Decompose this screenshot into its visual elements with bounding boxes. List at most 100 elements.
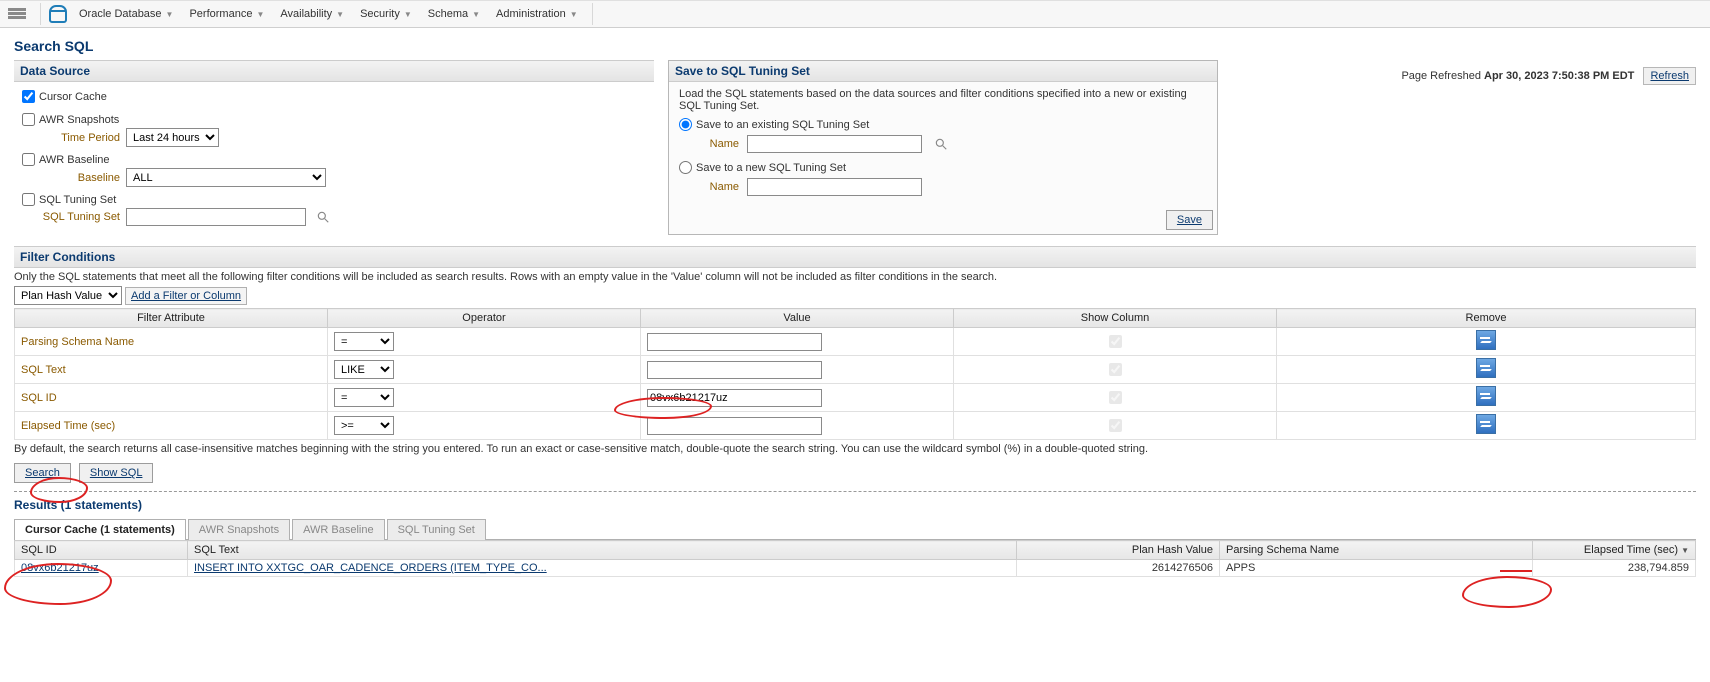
filter-value-input[interactable] [647,333,822,351]
result-sqlid-link[interactable]: 08vx6b21217uz [15,560,188,577]
awr-baseline-checkbox[interactable] [22,153,35,166]
results-tab[interactable]: Cursor Cache (1 statements) [14,519,186,540]
database-icon [49,5,67,23]
filter-value-input[interactable] [647,361,822,379]
sts-existing-radio[interactable] [679,118,692,131]
col-value: Value [641,309,954,328]
awr-snapshots-checkbox[interactable] [22,113,35,126]
show-column-checkbox [1109,419,1122,432]
rescol-schema[interactable]: Parsing Schema Name [1220,541,1533,560]
sort-desc-icon: ▼ [1681,546,1689,555]
time-period-select[interactable]: Last 24 hours [126,128,219,147]
menu-performance[interactable]: Performance▼ [183,1,270,27]
sts-label: SQL Tuning Set [40,211,120,223]
filter-op-select[interactable]: LIKE [334,360,394,379]
results-table: SQL ID SQL Text Plan Hash Value Parsing … [14,540,1696,577]
filter-row: SQL ID = [15,384,1696,412]
filter-value-input[interactable] [647,389,822,407]
filter-row: Elapsed Time (sec) >= [15,412,1696,440]
col-show: Show Column [954,309,1277,328]
menu-administration[interactable]: Administration▼ [490,1,584,27]
chevron-down-icon: ▼ [336,10,344,19]
chevron-down-icon: ▼ [472,10,480,19]
filter-attr: SQL Text [15,356,328,384]
search-icon[interactable] [316,210,330,224]
show-sql-button[interactable]: Show SQL [79,463,154,483]
refresh-button[interactable]: Refresh [1643,67,1696,85]
baseline-label: Baseline [40,172,120,184]
col-operator: Operator [328,309,641,328]
refresh-line: Page Refreshed Apr 30, 2023 7:50:38 PM E… [1401,70,1696,82]
col-remove: Remove [1277,309,1696,328]
filter-op-select[interactable]: = [334,332,394,351]
show-column-checkbox [1109,391,1122,404]
data-source-head: Data Source [14,60,654,82]
menu-security[interactable]: Security▼ [354,1,418,27]
filter-attr: Parsing Schema Name [15,328,328,356]
chevron-down-icon: ▼ [570,10,578,19]
filter-table: Filter Attribute Operator Value Show Col… [14,308,1696,440]
sts-new-radio[interactable] [679,161,692,174]
filter-attr: Elapsed Time (sec) [15,412,328,440]
col-filter-attr: Filter Attribute [15,309,328,328]
filter-row: Parsing Schema Name = [15,328,1696,356]
filter-row: SQL Text LIKE [15,356,1696,384]
add-filter-select[interactable]: Plan Hash Value [14,286,122,305]
results-tab[interactable]: AWR Baseline [292,519,385,540]
sts-input[interactable] [126,208,306,226]
result-sqltext-link[interactable]: INSERT INTO XXTGC_OAR_CADENCE_ORDERS (IT… [188,560,1017,577]
results-tabs: Cursor Cache (1 statements)AWR Snapshots… [14,518,1696,540]
chevron-down-icon: ▼ [166,10,174,19]
time-period-label: Time Period [40,132,120,144]
filter-hint: Only the SQL statements that meet all th… [14,271,1696,283]
filter-head: Filter Conditions [14,246,1696,268]
result-phv: 2614276506 [1017,560,1220,577]
top-menu: Oracle Database▼ Performance▼ Availabili… [0,0,1710,28]
refresh-time: Apr 30, 2023 7:50:38 PM EDT [1484,70,1634,82]
chevron-down-icon: ▼ [256,10,264,19]
rescol-sqlid[interactable]: SQL ID [15,541,188,560]
save-sts-panel: Save to SQL Tuning Set Load the SQL stat… [668,60,1218,235]
baseline-select[interactable]: ALL [126,168,326,187]
save-button[interactable]: Save [1166,210,1213,230]
save-sts-desc: Load the SQL statements based on the dat… [679,88,1207,112]
divider [14,491,1696,492]
filter-op-select[interactable]: >= [334,416,394,435]
page-title: Search SQL [14,38,1696,54]
divider [40,3,41,25]
menu-oracle-database[interactable]: Oracle Database▼ [73,1,179,27]
filter-conditions-section: Filter Conditions Only the SQL statement… [14,246,1696,492]
sts-existing-name-input[interactable] [747,135,922,153]
results-title: Results (1 statements) [14,498,1696,512]
remove-icon[interactable] [1476,330,1496,350]
sts-checkbox[interactable] [22,193,35,206]
chevron-down-icon: ▼ [404,10,412,19]
remove-icon[interactable] [1476,414,1496,434]
results-tab[interactable]: AWR Snapshots [188,519,290,540]
filter-footnote: By default, the search returns all case-… [14,443,1696,455]
sts-new-name-input [747,178,922,196]
remove-icon[interactable] [1476,386,1496,406]
rescol-elapsed[interactable]: Elapsed Time (sec)▼ [1533,541,1696,560]
filter-value-input[interactable] [647,417,822,435]
save-sts-head: Save to SQL Tuning Set [669,61,1217,82]
filter-op-select[interactable]: = [334,388,394,407]
rescol-phv[interactable]: Plan Hash Value [1017,541,1220,560]
add-filter-link[interactable]: Add a Filter or Column [125,287,247,305]
rescol-sqltext[interactable]: SQL Text [188,541,1017,560]
show-column-checkbox [1109,363,1122,376]
menu-schema[interactable]: Schema▼ [422,1,486,27]
results-tab[interactable]: SQL Tuning Set [387,519,486,540]
hamburger-icon[interactable] [8,7,26,21]
divider [592,3,593,25]
data-source-panel: Data Source Cursor Cache AWR Snapshots T… [14,60,654,238]
cursor-cache-checkbox[interactable] [22,90,35,103]
results-row: 08vx6b21217uz INSERT INTO XXTGC_OAR_CADE… [15,560,1696,577]
remove-icon[interactable] [1476,358,1496,378]
result-schema: APPS [1220,560,1533,577]
menu-availability[interactable]: Availability▼ [274,1,350,27]
show-column-checkbox [1109,335,1122,348]
filter-attr: SQL ID [15,384,328,412]
search-button[interactable]: Search [14,463,71,483]
search-icon[interactable] [934,137,948,151]
